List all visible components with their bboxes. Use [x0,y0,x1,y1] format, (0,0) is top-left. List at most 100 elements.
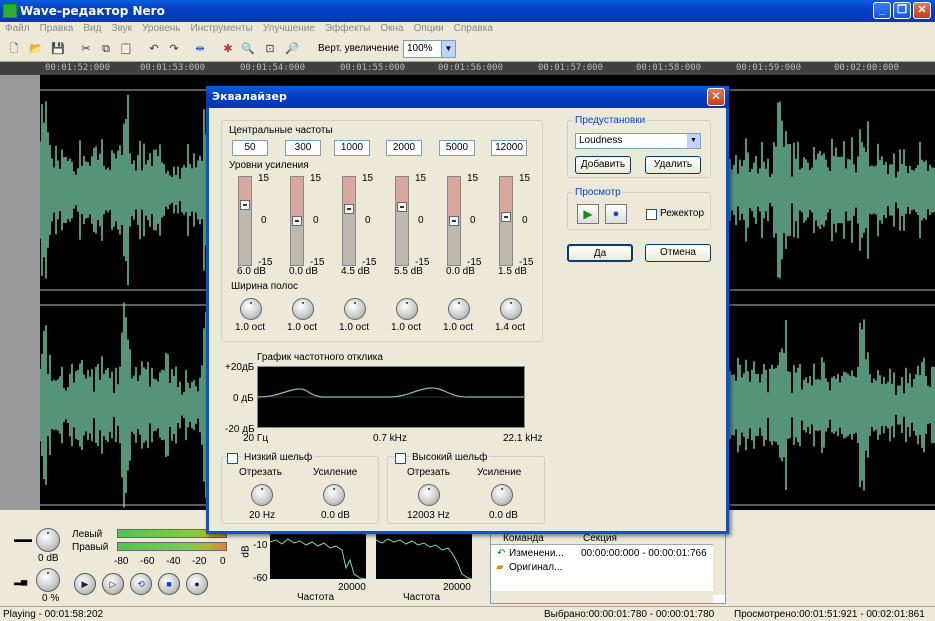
redo-icon[interactable]: ↷ [166,41,182,57]
play-selection-icon[interactable]: ▷ [102,573,124,595]
ok-button[interactable]: Да [567,244,633,262]
history-hscrollbar[interactable] [491,591,713,603]
bandwidth-knob-3[interactable] [344,298,366,320]
high-shelf-cut-label: Отрезать [407,467,450,478]
gain-slider-2[interactable] [290,176,304,266]
chevron-down-icon[interactable]: ▼ [687,134,700,148]
zoom-selection-icon[interactable]: ⊡ [262,41,278,57]
stop-icon[interactable]: ■ [158,573,180,595]
add-preset-button[interactable]: Добавить [575,156,631,174]
zoom-value: 100% [407,43,433,54]
open-file-icon[interactable]: 📂 [28,41,44,57]
delete-preset-button[interactable]: Удалить [645,156,701,174]
history-col-section[interactable]: Секция [583,533,617,544]
ruler-tick: 00:01:56:000 [438,63,504,73]
presets-value: Loudness [579,135,623,146]
gain-slider-thumb[interactable] [292,216,302,226]
undo-icon[interactable]: ↶ [146,41,162,57]
gain-slider-3[interactable] [342,176,356,266]
history-col-command[interactable]: Команда [503,533,544,544]
bandwidth-knob-1[interactable] [240,298,262,320]
ruler-tick: 00:02:00:000 [834,63,900,73]
preview-stop-icon[interactable]: ● [605,204,627,224]
dialog-close-button[interactable]: ✕ [707,88,725,106]
meter-tick: 0 [220,556,226,567]
zoom-in-icon[interactable]: 🔍 [240,41,256,57]
freq-input-5[interactable]: 5000 [439,140,475,156]
fit-width-icon[interactable]: ⇹ [192,41,208,57]
history-vscrollbar[interactable] [713,533,725,595]
vertical-zoom-select[interactable]: 100% ▼ [403,40,456,58]
cut-icon[interactable]: ✂ [78,41,94,57]
freq-input-3[interactable]: 1000 [334,140,370,156]
cancel-button[interactable]: Отмена [645,244,711,262]
copy-icon[interactable]: ⧉ [98,41,114,57]
gain-slider-5[interactable] [447,176,461,266]
volume-knob[interactable] [36,528,60,552]
zoom-out-icon[interactable]: 🔎 [284,41,300,57]
high-shelf-gain-value: 0.0 dB [489,510,518,521]
marker-icon[interactable]: ✱ [220,41,236,57]
menu-file[interactable]: Файл [0,22,35,34]
gain-scale-label: 15 [310,173,322,184]
freq-input-1[interactable]: 50 [232,140,268,156]
vertical-zoom-label: Верт. увеличение [318,43,399,54]
record-icon[interactable]: ● [186,573,208,595]
high-shelf-cut-knob[interactable] [418,484,440,506]
dialog-title: Эквалайзер [212,90,287,103]
low-shelf-cut-knob[interactable] [251,484,273,506]
close-button[interactable]: ✕ [913,2,931,19]
menu-options[interactable]: Опции [409,22,449,34]
gain-slider-thumb[interactable] [344,204,354,215]
menu-sound[interactable]: Звук [106,22,137,34]
bandwidth-knob-5[interactable] [448,298,470,320]
menu-view[interactable]: Вид [78,22,106,34]
new-file-icon[interactable]: 🗋 [6,41,22,57]
chevron-down-icon[interactable]: ▼ [441,41,455,57]
gain-slider-thumb[interactable] [240,200,250,211]
bandwidth-knob-6[interactable] [500,298,522,320]
high-shelf-gain-knob[interactable] [491,484,513,506]
high-shelf-checkbox[interactable] [395,453,406,464]
loop-icon[interactable]: ⟲ [130,573,152,595]
menu-enhance[interactable]: Улучшение [258,22,320,34]
maximize-button[interactable]: ❐ [893,2,911,19]
volume-value: 0 dB [38,553,59,564]
menu-tools[interactable]: Инструменты [186,22,258,34]
menu-edit[interactable]: Правка [35,22,79,34]
gain-slider-thumb[interactable] [397,201,407,212]
history-list[interactable]: Команда Секция ↶ Изменени... 00:00:00:00… [490,532,726,604]
gain-slider-6[interactable] [499,176,513,266]
low-shelf-gain-knob[interactable] [323,484,345,506]
time-ruler[interactable]: 00:01:52:000 00:01:53:000 00:01:54:000 0… [0,62,935,75]
gain-slider-thumb[interactable] [449,216,459,226]
paste-icon[interactable]: 📋 [118,41,134,57]
menu-level[interactable]: Уровень [137,22,186,34]
freq-input-4[interactable]: 2000 [386,140,422,156]
list-item[interactable]: ↶ Изменени... 00:00:00:000 - 00:00:01:76… [491,547,713,560]
response-y-tick: +20дБ [225,362,255,373]
presets-select[interactable]: Loudness ▼ [575,133,701,149]
gain-slider-thumb[interactable] [501,212,511,223]
gain-scale-label: 15 [415,173,427,184]
menu-help[interactable]: Справка [449,22,498,34]
rejector-checkbox[interactable] [646,209,657,220]
freq-input-2[interactable]: 300 [285,140,321,156]
menu-windows[interactable]: Окна [375,22,408,34]
bandwidth-knob-2[interactable] [292,298,314,320]
bandwidth-value: 1.0 oct [339,322,370,333]
save-icon[interactable]: 💾 [50,41,66,57]
folder-icon: ▰ [496,562,504,573]
list-item[interactable]: ▰ Оригинал... [491,561,713,574]
minimize-button[interactable]: _ [873,2,891,19]
freq-input-6[interactable]: 12000 [491,140,527,156]
play-icon[interactable]: ▶ [74,573,96,595]
gain-slider-4[interactable] [395,176,409,266]
menu-effects[interactable]: Эффекты [320,22,375,34]
bandwidth-knob-4[interactable] [396,298,418,320]
preview-play-icon[interactable]: ▶ [577,204,599,224]
low-shelf-checkbox[interactable] [227,453,238,464]
gain-slider-1[interactable] [238,176,252,266]
pan-knob[interactable] [36,568,60,592]
low-shelf-label: Низкий шельф [242,452,315,463]
